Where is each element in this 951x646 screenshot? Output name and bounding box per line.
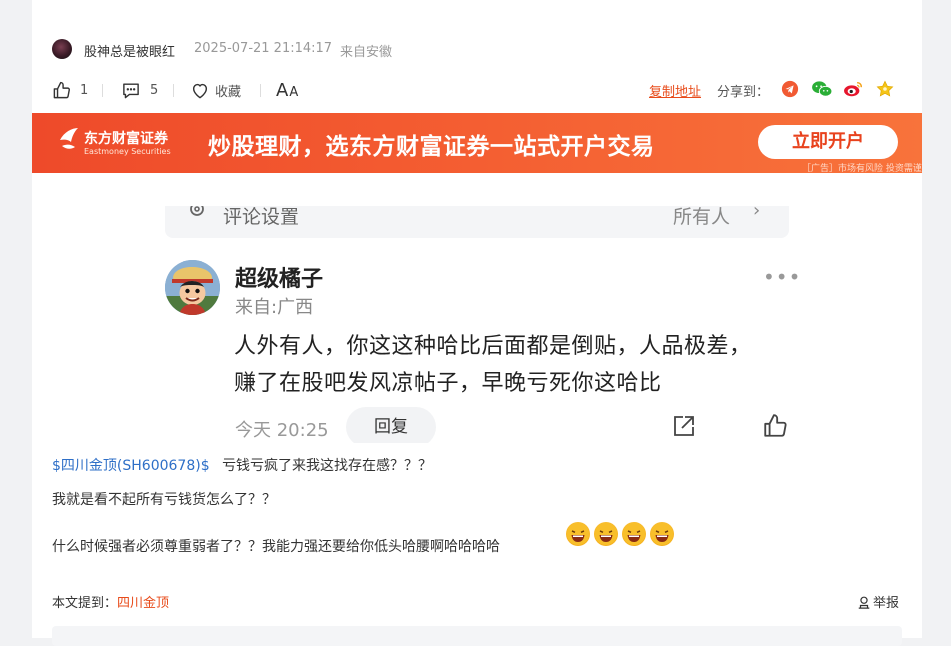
report-button[interactable]: 举报: [857, 592, 899, 611]
laughing-emoji-icon: [622, 522, 646, 546]
screenshot-comment-line: 赚了在股吧发风凉帖子，早晚亏死你这哈比: [234, 371, 662, 396]
screenshot-commenter-avatar: [165, 260, 220, 315]
banner-brand: 东方财富证券: [84, 131, 168, 147]
author-avatar[interactable]: [52, 39, 72, 59]
post-source: 来自安徽: [340, 45, 393, 60]
post-screenshot-image[interactable]: 评论设置 所有人 › 超级橘子 来自:广西 ••• 人外有人，你这这种哈比后面都…: [32, 173, 922, 443]
wechat-icon[interactable]: [811, 80, 833, 98]
mentioned-stocks: 本文提到：四川金顶: [52, 592, 169, 611]
report-icon: [858, 596, 870, 609]
favorite-button[interactable]: 收藏: [190, 80, 241, 100]
favorite-label: 收藏: [215, 84, 242, 100]
screenshot-settings-bar: 评论设置 所有人 ›: [165, 206, 789, 238]
comment-area-placeholder: [52, 626, 902, 646]
share-label: 分享到：: [717, 85, 770, 100]
weibo-icon[interactable]: [843, 80, 864, 98]
divider: [260, 84, 261, 97]
ad-banner[interactable]: 东方财富证券 Eastmoney Securities 炒股理财，选东方财富证券…: [32, 113, 922, 173]
screenshot-comment-time: 今天 20:25: [235, 420, 329, 441]
screenshot-settings-label: 评论设置: [223, 206, 300, 228]
commenter-avatar-image: [165, 260, 220, 315]
post-page: 股神总是被眼红 2025-07-21 21:14:17 来自安徽 1 5 收藏 …: [32, 0, 922, 646]
post-time: 2025-07-21 21:14:17: [194, 41, 333, 56]
comment-button[interactable]: 5: [121, 80, 158, 100]
comment-count: 5: [150, 82, 159, 98]
screenshot-commenter-name: 超级橘子: [235, 267, 324, 292]
report-label: 举报: [873, 596, 900, 611]
thumbs-up-icon: [764, 414, 787, 437]
laughing-emoji-icon: [650, 522, 674, 546]
divider: [102, 84, 103, 97]
comment-settings-icon: [190, 206, 204, 216]
more-options-icon: •••: [763, 265, 802, 289]
mentioned-stock-link[interactable]: 四川金顶: [117, 596, 169, 611]
stock-link[interactable]: $四川金顶(SH600678)$: [52, 458, 210, 474]
font-size-icon-large: A: [276, 79, 289, 101]
banner-brand-en: Eastmoney Securities: [84, 147, 171, 156]
laughing-emoji-icon: [566, 522, 590, 546]
screenshot-settings-value: 所有人: [673, 206, 731, 228]
mentions-label: 本文提到：: [52, 596, 118, 611]
banner-slogan: 炒股理财，选东方财富证券一站式开户交易: [208, 134, 655, 160]
post-text: 亏钱亏疯了来我这找存在感？？？: [222, 458, 433, 474]
screenshot-commenter-location: 来自:广西: [235, 297, 314, 318]
post-body-line: 什么时候强者必须尊重弱者了？？我能力强还要给你低头哈腰啊哈哈哈哈: [52, 539, 500, 555]
like-button[interactable]: 1: [52, 80, 88, 100]
like-count: 1: [80, 82, 89, 98]
heart-icon: [192, 83, 208, 98]
thumbs-up-icon: [53, 81, 70, 98]
open-account-button[interactable]: 立即开户: [758, 125, 898, 159]
comment-icon: [123, 82, 139, 98]
telegram-icon[interactable]: [781, 80, 799, 98]
screenshot-comment-line: 人外有人，你这这种哈比后面都是倒贴，人品极差，: [234, 334, 752, 359]
ad-disclaimer: ［广告］市场有风险 投资需谨慎: [802, 164, 922, 173]
eastmoney-logo-icon: [60, 128, 78, 149]
share-out-icon: [674, 416, 694, 436]
author-name[interactable]: 股神总是被眼红: [84, 41, 175, 60]
chevron-right-icon: ›: [753, 206, 761, 221]
font-size-button[interactable]: A A: [276, 79, 299, 101]
copy-link[interactable]: 复制地址: [649, 81, 701, 100]
favorite-star-icon[interactable]: [876, 80, 894, 98]
laughing-emoji-icon: [594, 522, 618, 546]
screenshot-reply-button: 回复: [346, 407, 436, 443]
divider: [173, 84, 174, 97]
post-body-line: $四川金顶(SH600678)$ 亏钱亏疯了来我这找存在感？？？: [52, 455, 432, 475]
post-body-line: 我就是看不起所有亏钱货怎么了？？: [52, 492, 276, 508]
font-size-icon-small: A: [289, 84, 299, 100]
